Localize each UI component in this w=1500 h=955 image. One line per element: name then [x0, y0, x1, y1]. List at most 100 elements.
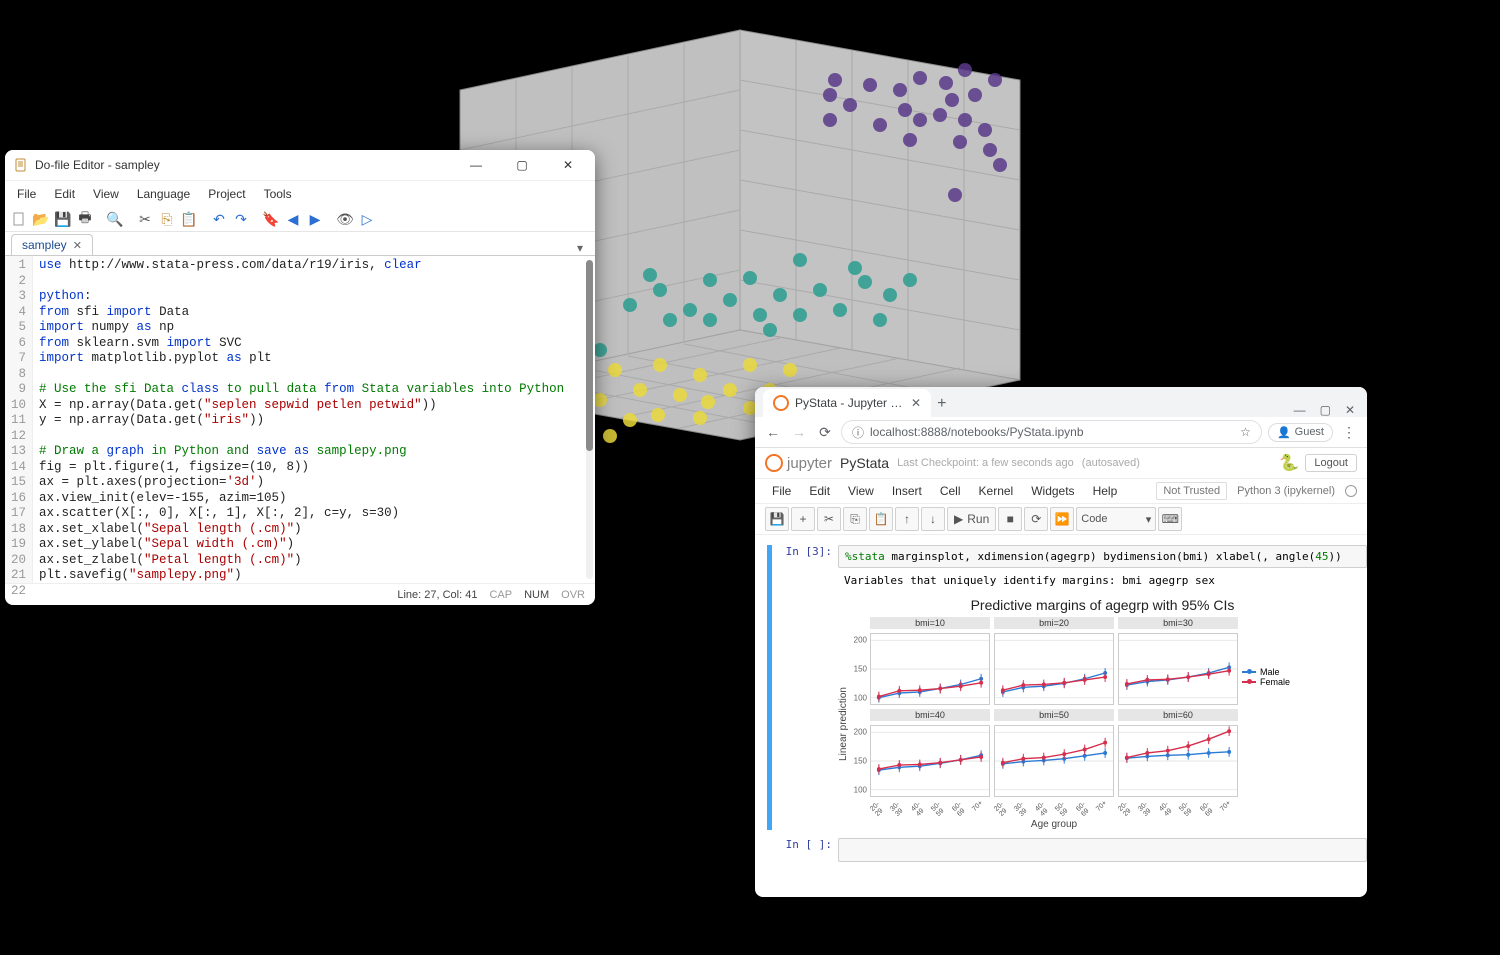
browser-tab-close-icon[interactable]: ✕ — [911, 396, 921, 410]
notebook-name[interactable]: PyStata — [840, 455, 889, 471]
cut-icon[interactable]: ✂ — [817, 507, 841, 531]
menu-language[interactable]: Language — [129, 183, 198, 205]
command-palette-icon[interactable]: ⌨ — [1158, 507, 1182, 531]
paste-icon[interactable]: 📋 — [869, 507, 893, 531]
status-linecol: Line: 27, Col: 41 — [397, 589, 477, 601]
celltype-select[interactable]: Code▾ — [1076, 507, 1156, 531]
plot-panel — [1118, 633, 1238, 705]
x-ticks: 20-2930-3940-4950-5960-6970+ — [994, 801, 1114, 815]
toolbar: 📂 💾 🖶 🔍 ✂ ⎘ 📋 ↶ ↷ 🔖 ◀ ▶ 👁 ▷ — [5, 207, 595, 232]
code-content[interactable] — [838, 838, 1367, 862]
plot-panel — [994, 633, 1114, 705]
menu-edit[interactable]: Edit — [802, 481, 837, 501]
titlebar[interactable]: Do-file Editor - sampley — ▢ ✕ — [5, 150, 595, 181]
browser-addressbar: ← → ⟳ ⓘ localhost:8888/notebooks/PyStata… — [755, 417, 1367, 448]
reload-icon[interactable]: ⟳ — [815, 424, 835, 441]
panel-header: bmi=40 — [870, 709, 990, 721]
status-ovr: OVR — [561, 589, 585, 601]
profile-button[interactable]: 👤 Guest — [1268, 423, 1333, 442]
menu-file[interactable]: File — [765, 481, 798, 501]
menu-insert[interactable]: Insert — [885, 481, 929, 501]
margins-plot: Predictive margins of agegrp with 95% CI… — [838, 597, 1367, 830]
forward-icon[interactable]: → — [789, 424, 809, 440]
print-icon[interactable]: 🖶 — [75, 209, 95, 229]
x-axis-label: Age group — [870, 819, 1238, 830]
browser-tab[interactable]: PyStata - Jupyter Notebook ✕ — [763, 389, 931, 417]
close-button[interactable]: ✕ — [1345, 403, 1355, 417]
star-icon[interactable]: ☆ — [1240, 425, 1251, 439]
menu-edit[interactable]: Edit — [46, 183, 83, 205]
code-editor[interactable]: 12345678910111213141516171819202122 use … — [5, 256, 595, 583]
notebook-menubar: File Edit View Insert Cell Kernel Widget… — [755, 479, 1367, 504]
jupyter-logo-text: jupyter — [787, 455, 832, 472]
copy-icon[interactable]: ⎘ — [843, 507, 867, 531]
new-icon[interactable] — [9, 209, 29, 229]
plot-panel: 100150200 — [870, 633, 990, 705]
copy-icon[interactable]: ⎘ — [157, 209, 177, 229]
scrollbar[interactable] — [586, 260, 593, 579]
menu-file[interactable]: File — [9, 183, 44, 205]
status-caps: CAP — [489, 589, 512, 601]
bookmark-next-icon[interactable]: ▶ — [305, 209, 325, 229]
x-ticks: 20-2930-3940-4950-5960-6970+ — [870, 801, 990, 815]
back-icon[interactable]: ← — [763, 424, 783, 440]
bookmark-prev-icon[interactable]: ◀ — [283, 209, 303, 229]
minimize-button[interactable]: — — [1294, 403, 1306, 417]
menu-help[interactable]: Help — [1086, 481, 1125, 501]
paste-icon[interactable]: 📋 — [179, 209, 199, 229]
save-icon[interactable]: 💾 — [53, 209, 73, 229]
menu-view[interactable]: View — [841, 481, 881, 501]
undo-icon[interactable]: ↶ — [209, 209, 229, 229]
browser-menu-icon[interactable]: ⋮ — [1339, 424, 1359, 441]
menu-tools[interactable]: Tools — [256, 183, 300, 205]
browser-tabbar: PyStata - Jupyter Notebook ✕ + — ▢ ✕ — [755, 387, 1367, 417]
menu-widgets[interactable]: Widgets — [1024, 481, 1081, 501]
menu-project[interactable]: Project — [200, 183, 253, 205]
notebook-header: jupyter PyStata Last Checkpoint: a few s… — [755, 448, 1367, 479]
menu-kernel[interactable]: Kernel — [972, 481, 1021, 501]
code-content[interactable]: use http://www.stata-press.com/data/r19/… — [33, 256, 570, 583]
move-down-icon[interactable]: ↓ — [921, 507, 945, 531]
legend: MaleFemale — [1242, 667, 1302, 687]
close-button[interactable]: ✕ — [545, 150, 591, 180]
trust-badge[interactable]: Not Trusted — [1156, 482, 1227, 500]
cell-run-indicator — [767, 545, 772, 830]
open-icon[interactable]: 📂 — [31, 209, 51, 229]
code-cell[interactable]: In [3]: %stata marginsplot, xdimension(a… — [767, 545, 1367, 830]
empty-code-cell[interactable]: In [ ]: — [767, 838, 1367, 862]
search-icon[interactable]: 🔍 — [105, 209, 125, 229]
move-up-icon[interactable]: ↑ — [895, 507, 919, 531]
python-icon: 🐍 — [1279, 453, 1299, 473]
scrollbar-thumb[interactable] — [586, 260, 593, 451]
plot-panel — [1118, 725, 1238, 797]
url-field[interactable]: ⓘ localhost:8888/notebooks/PyStata.ipynb… — [841, 420, 1262, 444]
run-label: Run — [967, 512, 989, 526]
code-content[interactable]: %stata marginsplot, xdimension(agegrp) b… — [838, 545, 1367, 568]
tab-sampley[interactable]: sampley ✕ — [11, 234, 93, 255]
add-cell-icon[interactable]: + — [791, 507, 815, 531]
interrupt-icon[interactable]: ■ — [998, 507, 1022, 531]
restart-icon[interactable]: ⟳ — [1024, 507, 1048, 531]
logout-button[interactable]: Logout — [1305, 454, 1357, 472]
jupyter-logo[interactable]: jupyter — [765, 454, 832, 472]
menu-cell[interactable]: Cell — [933, 481, 968, 501]
tab-dropdown-icon[interactable]: ▾ — [571, 241, 589, 255]
restart-run-icon[interactable]: ⏩ — [1050, 507, 1074, 531]
redo-icon[interactable]: ↷ — [231, 209, 251, 229]
tab-close-icon[interactable]: ✕ — [73, 239, 82, 252]
panel-header: bmi=20 — [994, 617, 1114, 629]
kernel-name[interactable]: Python 3 (ipykernel) — [1237, 485, 1335, 497]
minimize-button[interactable]: — — [453, 150, 499, 180]
site-info-icon[interactable]: ⓘ — [852, 424, 864, 441]
window-title: Do-file Editor - sampley — [35, 158, 453, 172]
bookmark-toggle-icon[interactable]: 🔖 — [261, 209, 281, 229]
maximize-button[interactable]: ▢ — [1320, 403, 1331, 417]
menu-view[interactable]: View — [85, 183, 127, 205]
maximize-button[interactable]: ▢ — [499, 150, 545, 180]
new-tab-button[interactable]: + — [931, 391, 952, 417]
run-icon[interactable]: ▷ — [357, 209, 377, 229]
run-button[interactable]: ▶ Run — [947, 507, 996, 531]
save-icon[interactable]: 💾 — [765, 507, 789, 531]
cut-icon[interactable]: ✂ — [135, 209, 155, 229]
show-icon[interactable]: 👁 — [335, 209, 355, 229]
